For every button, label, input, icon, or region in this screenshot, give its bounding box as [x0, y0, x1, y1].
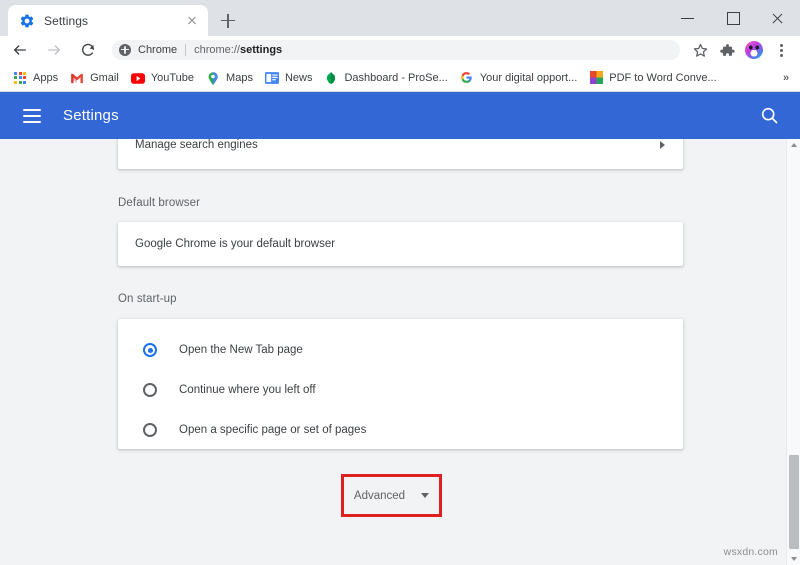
bookmark-youtube[interactable]: YouTube: [125, 67, 200, 89]
bookmark-label: Dashboard - ProSe...: [344, 71, 448, 84]
maximize-button[interactable]: [710, 0, 755, 36]
radio-button[interactable]: [143, 383, 157, 397]
hamburger-menu-icon[interactable]: [23, 108, 41, 123]
browser-window: Settings Chrome chrome://settings Apps G…: [0, 0, 800, 565]
page-title: Settings: [63, 107, 119, 124]
radio-label: Open the New Tab page: [179, 344, 303, 356]
pdf-to-word-icon: [589, 70, 603, 85]
reload-button[interactable]: [74, 36, 102, 64]
manage-search-engines-card[interactable]: Manage search engines: [118, 139, 683, 169]
forward-button[interactable]: [40, 36, 68, 64]
url-bold-part: settings: [239, 44, 283, 56]
startup-option-continue[interactable]: Continue where you left off: [118, 370, 683, 410]
url-prefix: chrome://: [194, 44, 240, 56]
default-browser-status: Google Chrome is your default browser: [135, 238, 336, 250]
tab-strip: Settings: [0, 0, 800, 36]
bookmark-label: Your digital opport...: [479, 71, 578, 84]
on-startup-card: Open the New Tab page Continue where you…: [118, 319, 683, 449]
default-browser-card: Google Chrome is your default browser: [118, 222, 683, 266]
radio-button[interactable]: [143, 423, 157, 437]
radio-button-selected[interactable]: [143, 343, 157, 357]
manage-search-engines-label: Manage search engines: [135, 139, 258, 151]
back-button[interactable]: [6, 36, 34, 64]
minimize-button[interactable]: [665, 0, 710, 36]
tab-title: Settings: [44, 13, 89, 28]
chrome-globe-icon: [119, 44, 131, 56]
gmail-icon: [70, 71, 84, 85]
advanced-button[interactable]: Advanced: [348, 481, 435, 510]
scroll-down-arrow-icon[interactable]: [790, 557, 797, 561]
bookmarks-overflow-icon[interactable]: »: [778, 71, 794, 87]
chevron-down-icon: [421, 493, 430, 498]
youtube-icon: [130, 71, 145, 85]
bookmark-label: Gmail: [90, 71, 119, 84]
chrome-menu-icon[interactable]: [769, 38, 793, 62]
google-g-icon: [460, 71, 474, 85]
chevron-right-icon: [660, 141, 665, 149]
bookmark-label: Apps: [33, 71, 59, 84]
profile-avatar[interactable]: [742, 38, 766, 62]
bookmark-star-icon[interactable]: [688, 38, 712, 62]
default-browser-section-title: Default browser: [118, 197, 201, 209]
search-icon[interactable]: [759, 105, 780, 126]
avatar: [745, 41, 763, 59]
dashboard-icon: [324, 71, 338, 85]
scrollbar-thumb[interactable]: [789, 455, 799, 549]
bookmark-your-digital-opportunity[interactable]: Your digital opport...: [454, 67, 583, 89]
bookmark-label: YouTube: [150, 71, 195, 84]
bookmark-maps[interactable]: Maps: [200, 67, 259, 89]
bookmark-gmail[interactable]: Gmail: [64, 67, 125, 89]
advanced-label: Advanced: [353, 489, 406, 502]
bookmark-news[interactable]: News: [259, 67, 319, 89]
omnibox-chip-label: Chrome: [138, 44, 178, 56]
browser-tab-settings[interactable]: Settings: [8, 5, 208, 36]
bookmark-label: News: [284, 71, 313, 84]
bookmark-dashboard[interactable]: Dashboard - ProSe...: [318, 67, 453, 89]
maps-pin-icon: [206, 71, 220, 85]
startup-option-new-tab[interactable]: Open the New Tab page: [118, 330, 683, 370]
bookmark-label: Maps: [226, 71, 253, 84]
bookmark-apps[interactable]: Apps: [7, 67, 64, 89]
radio-label: Continue where you left off: [179, 384, 316, 396]
address-bar[interactable]: Chrome chrome://settings: [112, 40, 680, 60]
bookmark-label: PDF to Word Conve...: [609, 71, 717, 84]
browser-toolbar: Chrome chrome://settings: [0, 36, 800, 64]
omnibox-url: chrome://settings: [194, 44, 282, 56]
new-tab-button[interactable]: [216, 9, 240, 33]
window-controls: [665, 0, 800, 36]
close-icon[interactable]: [184, 13, 200, 29]
scroll-up-arrow-icon[interactable]: [790, 143, 797, 147]
bookmarks-bar: Apps Gmail YouTube Maps News Dashboard -…: [0, 64, 800, 92]
apps-grid-icon: [13, 71, 27, 85]
extensions-puzzle-icon[interactable]: [715, 38, 739, 62]
omnibox-divider: [185, 44, 187, 56]
on-startup-section-title: On start-up: [118, 293, 177, 305]
settings-header: Settings: [0, 92, 800, 139]
news-icon: [264, 71, 279, 85]
radio-label: Open a specific page or set of pages: [179, 424, 367, 436]
window-close-button[interactable]: [755, 0, 800, 36]
startup-option-specific-pages[interactable]: Open a specific page or set of pages: [118, 410, 683, 450]
vertical-scrollbar[interactable]: [786, 139, 800, 565]
bookmark-pdf-to-word[interactable]: PDF to Word Conve...: [583, 67, 722, 89]
gear-icon: [19, 13, 35, 29]
watermark-text: wsxdn.com: [723, 546, 778, 558]
